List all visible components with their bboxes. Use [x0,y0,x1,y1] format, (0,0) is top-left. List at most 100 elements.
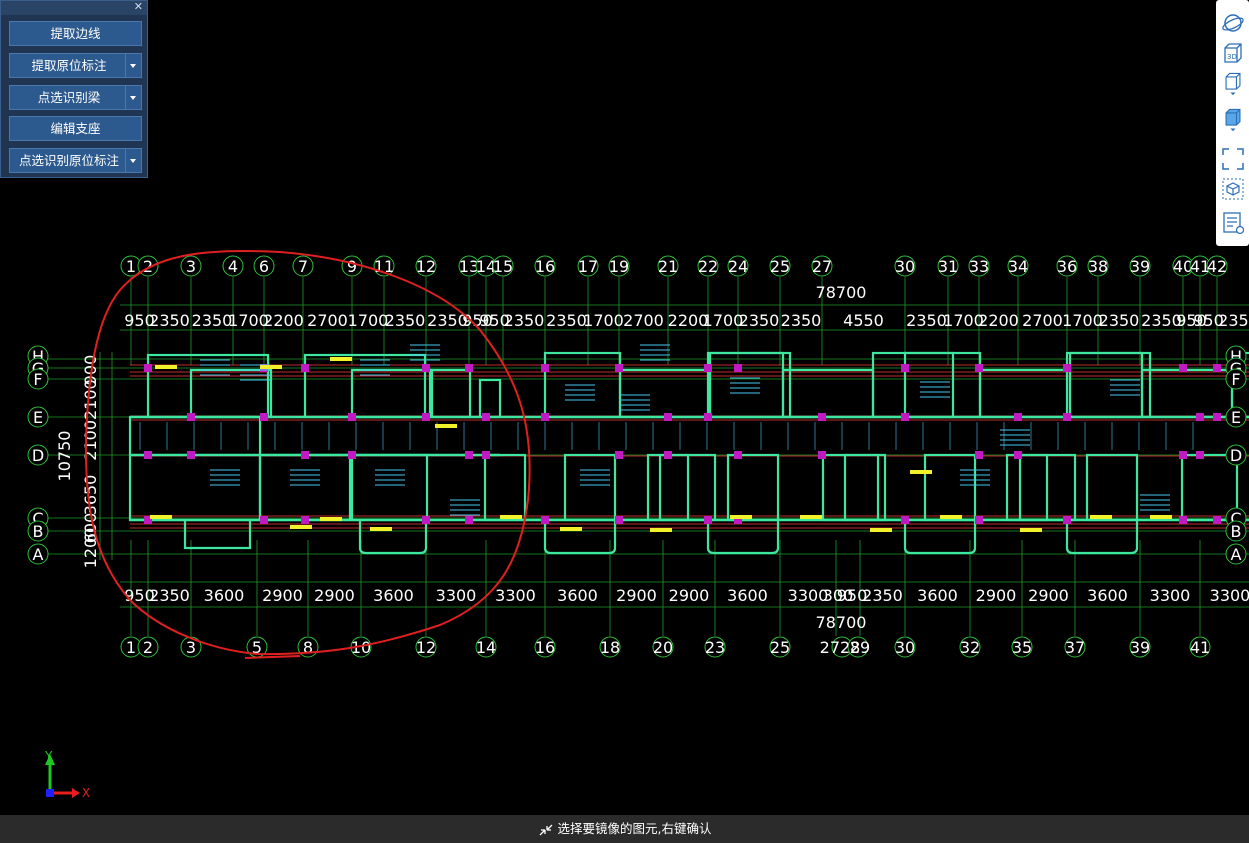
axis-bubble-top: 39 [1129,255,1151,277]
edit-support-button[interactable]: 编辑支座 [9,116,142,141]
beam-outline [478,378,502,419]
top-dimension: 2700 [1022,311,1063,330]
axis-bubble-label: 3 [186,257,196,276]
extract-edges-button[interactable]: 提取边线 [9,21,142,46]
balcony-beam [543,520,617,555]
column [301,451,309,459]
axis-bubble-label: 19 [609,257,629,276]
left-dimension: 1200 [81,528,100,569]
close-icon[interactable]: ✕ [134,0,143,14]
balcony-beam [1065,520,1139,555]
beam-annotations [139,344,1194,532]
axis-bubble-label: 12 [416,257,436,276]
column [541,413,549,421]
axis-bubble-top: 33 [968,255,990,277]
column [1213,516,1221,524]
axis-bubble-label: F [1231,370,1240,389]
axis-bubble-label: 38 [1088,257,1108,276]
axis-bubble-label: 14 [476,638,496,657]
axis-bubble-bottom: 30 [894,636,916,658]
view-cube-icon[interactable] [1220,70,1246,96]
column [144,451,152,459]
axis-bubble-label: 9 [347,257,357,276]
axis-bubble-bottom: 32 [959,636,981,658]
top-dimension: 1700 [348,311,389,330]
top-dimension: 2350 [1099,311,1140,330]
bottom-dimension: 3600 [204,586,245,605]
axis-bubble-bottom: 25 [769,636,791,658]
axis-bubble-bottom: 41 [1189,636,1211,658]
column [975,451,983,459]
beam-outline [146,353,270,419]
column [704,516,712,524]
display-settings-icon[interactable] [1220,176,1246,202]
axis-bubble-label: A [1231,545,1242,564]
view-toolbar: 3D [1216,0,1249,246]
view-3d-icon[interactable]: 3D [1220,40,1246,66]
chevron-down-icon[interactable] [125,149,141,172]
top-dimension: 2350 [385,311,426,330]
axis-bubble-label: 20 [653,638,673,657]
beam-outline [923,453,977,522]
beam-outline [1180,453,1239,522]
axis-bubble-bottom: 12 [415,636,437,658]
column [818,451,826,459]
axis-bubble-label: 32 [960,638,980,657]
extract-inplace-annotation-button[interactable]: 提取原位标注 [9,53,142,78]
annotation-label [370,527,392,531]
beam-outline [821,453,880,522]
column [465,364,473,372]
pick-identify-inplace-annotation-button[interactable]: 点选识别原位标注 [9,148,142,173]
axis-bubble-label: 35 [1012,638,1032,657]
axis-bubble-top: 24 [727,255,749,277]
column [1213,413,1221,421]
column [1063,364,1071,372]
zoom-extents-icon[interactable] [1220,146,1246,172]
axis-bubble-row-left: B [27,520,49,542]
balcony-beam [903,520,977,555]
axis-bubble-bottom: 14 [475,636,497,658]
balcony-beam [358,520,428,555]
axis-bubble-top: 42 [1206,255,1228,277]
properties-list-icon[interactable] [1220,210,1246,236]
mirror-select-icon [539,824,552,835]
column [1213,364,1221,372]
annotation-label [290,525,312,529]
cad-canvas[interactable]: 1 2 3 4 6 7 9 11 12 131415 16 17 19 21 22 24 25 27 30 31 33 3… [0,0,1249,815]
axis-bubble-top: 34 [1007,255,1029,277]
extract-inplace-annotation-label: 提取原位标注 [31,58,107,73]
axis-bubble-top: 17 [577,255,599,277]
axis-bubble-label: 16 [535,638,555,657]
orbit-icon[interactable] [1220,10,1246,36]
axis-bubble-label: 15 [493,257,513,276]
chevron-down-icon[interactable] [125,86,141,109]
chevron-down-icon[interactable] [125,54,141,77]
axis-bubble-top: 12 [415,255,437,277]
column [818,413,826,421]
bottom-dimension: 3600 [373,586,414,605]
annotation-label [320,517,342,521]
axis-bubble-label: 3 [186,638,196,657]
column [734,451,742,459]
panel-titlebar[interactable]: ✕ [1,0,147,15]
edit-support-label: 编辑支座 [50,121,101,136]
column [734,364,742,372]
column [482,413,490,421]
axis-bubble-label: 30 [895,638,915,657]
axis-bubble-label: E [1231,408,1241,427]
bottom-dimension: 2900 [669,586,710,605]
pick-identify-beam-button[interactable]: 点选识别梁 [9,85,142,110]
axis-bubble-top: 31 [937,255,959,277]
top-dimension: 1700 [703,311,744,330]
annotation-label [500,515,522,519]
axis-bubble-label: 17 [578,257,598,276]
top-dimension: 2350 [906,311,947,330]
axis-bubble-label: 34 [1008,257,1028,276]
axis-bubble-top: 4 [222,255,244,277]
beam-outline [258,453,352,522]
bottom-dimension: 3600 [557,586,598,605]
view-box-icon[interactable] [1220,106,1246,132]
column [975,364,983,372]
left-dimension: 10750 [55,431,74,482]
top-dimension: 2700 [623,311,664,330]
